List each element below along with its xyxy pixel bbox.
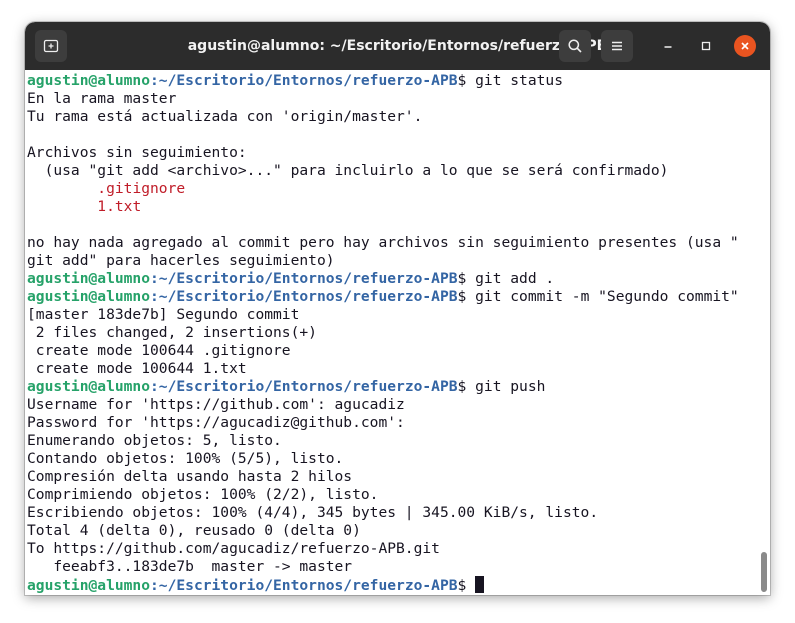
prompt-line: agustin@alumno:~/Escritorio/Entornos/ref…	[27, 378, 770, 396]
untracked-file-line: 1.txt	[27, 198, 142, 215]
terminal-window: agustin@alumno: ~/Escritorio/Entornos/re…	[25, 22, 770, 595]
output-line: Archivos sin seguimiento:	[27, 144, 247, 161]
prompt-line: agustin@alumno:~/Escritorio/Entornos/ref…	[27, 270, 770, 288]
prompt-user-host: agustin@alumno	[27, 577, 151, 594]
text-cursor	[475, 576, 485, 593]
output-line: Enumerando objetos: 5, listo.	[27, 432, 282, 449]
command-text: git status	[466, 72, 563, 89]
output-line: En la rama master	[27, 90, 177, 107]
output-line: no hay nada agregado al commit pero hay …	[27, 234, 739, 251]
scrollbar-thumb[interactable]	[761, 552, 767, 592]
output-line: create mode 100644 1.txt	[27, 360, 247, 377]
output-line: git add" para hacerles seguimiento)	[27, 252, 335, 269]
prompt-line: agustin@alumno:~/Escritorio/Entornos/ref…	[27, 72, 770, 90]
prompt-line: agustin@alumno:~/Escritorio/Entornos/ref…	[27, 288, 770, 306]
output-line: (usa "git add <archivo>..." para incluir…	[27, 162, 669, 179]
output-line: feeabf3..183de7b master -> master	[27, 558, 353, 575]
output-line: Compresión delta usando hasta 2 hilos	[27, 468, 353, 485]
new-tab-icon	[43, 39, 59, 53]
prompt-user-host: agustin@alumno	[27, 288, 151, 305]
output-line: Total 4 (delta 0), reusado 0 (delta 0)	[27, 522, 361, 539]
search-icon	[568, 39, 582, 53]
menu-button[interactable]	[601, 30, 633, 62]
minimize-button[interactable]	[657, 35, 679, 57]
hamburger-menu-icon	[612, 41, 622, 51]
command-text: git commit -m "Segundo commit"	[466, 288, 739, 305]
close-button[interactable]	[734, 35, 756, 57]
output-line: create mode 100644 .gitignore	[27, 342, 291, 359]
output-line: 2 files changed, 2 insertions(+)	[27, 324, 317, 341]
terminal-output[interactable]: agustin@alumno:~/Escritorio/Entornos/ref…	[25, 70, 770, 595]
maximize-icon	[701, 41, 711, 51]
output-line: [master 183de7b] Segundo commit	[27, 306, 300, 323]
close-icon	[741, 42, 749, 50]
new-tab-button[interactable]	[35, 30, 67, 62]
output-line: To https://github.com/agucadiz/refuerzo-…	[27, 540, 440, 557]
minimize-icon	[664, 46, 672, 48]
prompt-path: :~/Escritorio/Entornos/refuerzo-APB	[150, 378, 458, 395]
output-line: Comprimiendo objetos: 100% (2/2), listo.	[27, 486, 379, 503]
untracked-file-line: .gitignore	[27, 180, 186, 197]
output-line: Escribiendo objetos: 100% (4/4), 345 byt…	[27, 504, 599, 521]
output-line: Tu rama está actualizada con 'origin/mas…	[27, 108, 423, 125]
output-line: Password for 'https://agucadiz@github.co…	[27, 414, 405, 431]
prompt-user-host: agustin@alumno	[27, 270, 151, 287]
prompt-path: :~/Escritorio/Entornos/refuerzo-APB	[150, 577, 458, 594]
maximize-button[interactable]	[695, 35, 717, 57]
command-text: git add .	[466, 270, 555, 287]
command-text: git push	[466, 378, 546, 395]
prompt-path: :~/Escritorio/Entornos/refuerzo-APB	[150, 288, 458, 305]
title-bar[interactable]: agustin@alumno: ~/Escritorio/Entornos/re…	[25, 22, 770, 70]
command-text	[466, 577, 475, 594]
search-button[interactable]	[559, 30, 591, 62]
output-line: Username for 'https://github.com': aguca…	[27, 396, 405, 413]
prompt-line: agustin@alumno:~/Escritorio/Entornos/ref…	[27, 576, 770, 594]
prompt-user-host: agustin@alumno	[27, 378, 151, 395]
prompt-path: :~/Escritorio/Entornos/refuerzo-APB	[150, 72, 458, 89]
prompt-path: :~/Escritorio/Entornos/refuerzo-APB	[150, 270, 458, 287]
output-line: Contando objetos: 100% (5/5), listo.	[27, 450, 344, 467]
prompt-user-host: agustin@alumno	[27, 72, 151, 89]
